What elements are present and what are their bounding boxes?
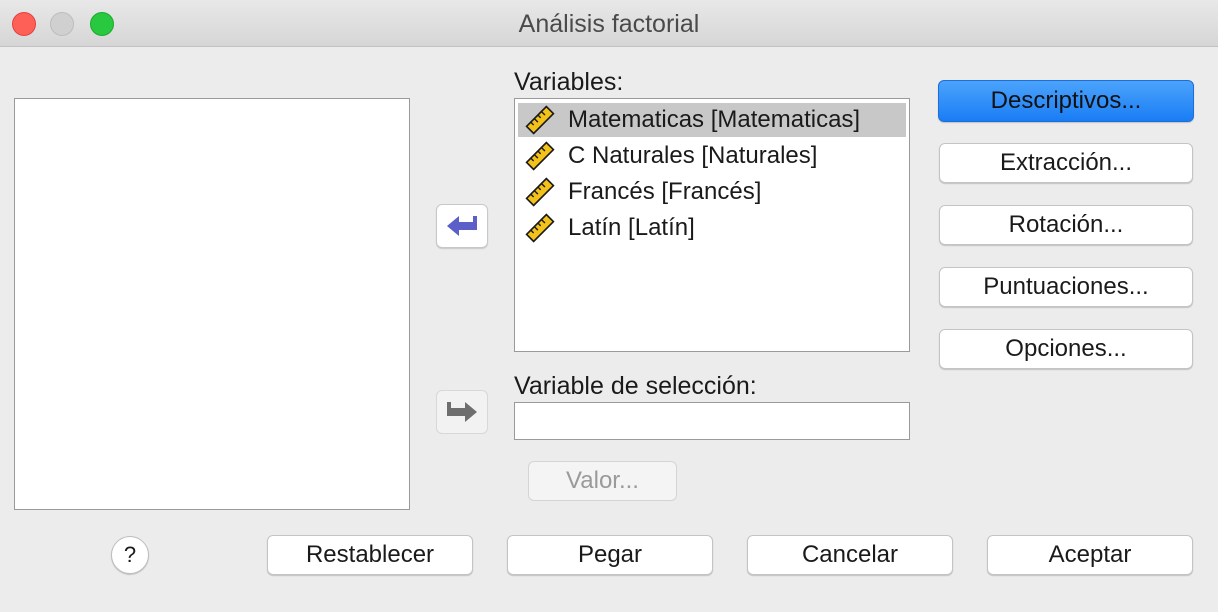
rotation-button[interactable]: Rotación... bbox=[939, 205, 1193, 245]
descriptives-button[interactable]: Descriptivos... bbox=[938, 80, 1194, 122]
variable-label: C Naturales [Naturales] bbox=[568, 142, 818, 169]
variable-label: Francés [Francés] bbox=[568, 178, 762, 205]
ruler-icon bbox=[525, 105, 555, 135]
variables-list[interactable]: Matematicas [Matematicas] C Naturales [N… bbox=[514, 98, 910, 352]
value-button[interactable]: Valor... bbox=[528, 461, 677, 501]
variable-label: Latín [Latín] bbox=[568, 214, 695, 241]
ruler-icon bbox=[525, 141, 555, 171]
source-variable-list[interactable] bbox=[14, 98, 410, 510]
extraction-button[interactable]: Extracción... bbox=[939, 143, 1193, 183]
ok-button[interactable]: Aceptar bbox=[987, 535, 1193, 575]
list-item[interactable]: Latín [Latín] bbox=[518, 211, 906, 245]
reset-button[interactable]: Restablecer bbox=[267, 535, 473, 575]
list-item[interactable]: Francés [Francés] bbox=[518, 175, 906, 209]
variables-label: Variables: bbox=[514, 68, 624, 96]
ruler-icon bbox=[525, 177, 555, 207]
window-title: Análisis factorial bbox=[518, 10, 700, 38]
selection-variable-field[interactable] bbox=[514, 402, 910, 440]
ruler-icon bbox=[525, 213, 555, 243]
selection-variable-label: Variable de selección: bbox=[514, 372, 757, 400]
move-right-button[interactable] bbox=[436, 390, 488, 434]
scores-button[interactable]: Puntuaciones... bbox=[939, 267, 1193, 307]
variable-label: Matematicas [Matematicas] bbox=[568, 106, 861, 133]
help-button[interactable]: ? bbox=[111, 536, 149, 574]
arrow-right-icon bbox=[447, 402, 477, 422]
arrow-left-icon bbox=[447, 216, 477, 236]
cancel-button[interactable]: Cancelar bbox=[747, 535, 953, 575]
title-bar: Análisis factorial bbox=[0, 0, 1218, 47]
list-item[interactable]: Matematicas [Matematicas] bbox=[518, 103, 906, 137]
move-left-button[interactable] bbox=[436, 204, 488, 248]
options-button[interactable]: Opciones... bbox=[939, 329, 1193, 369]
list-item[interactable]: C Naturales [Naturales] bbox=[518, 139, 906, 173]
paste-button[interactable]: Pegar bbox=[507, 535, 713, 575]
